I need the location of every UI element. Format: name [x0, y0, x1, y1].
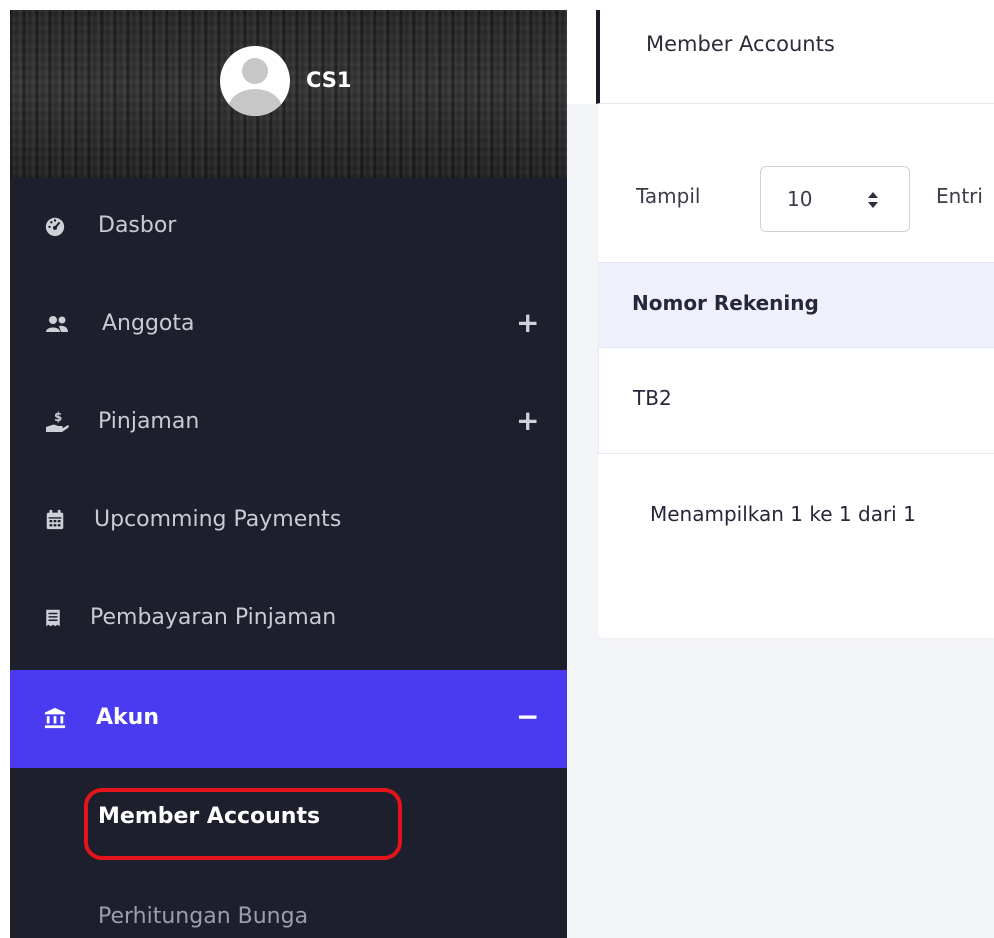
- sidebar-item-label: Pembayaran Pinjaman: [90, 605, 337, 630]
- column-header-nomor-rekening[interactable]: Nomor Rekening: [632, 291, 819, 315]
- page-size-select[interactable]: 10: [760, 166, 910, 232]
- sidebar-item-upcomming-payments[interactable]: Upcomming Payments: [10, 472, 567, 570]
- collapse-icon[interactable]: −: [516, 700, 539, 733]
- sidebar-subitem-perhitungan-bunga[interactable]: Perhitungan Bunga: [98, 904, 308, 929]
- sidebar-item-label: Anggota: [102, 311, 195, 336]
- table-row[interactable]: TB2: [598, 348, 994, 454]
- sidebar-item-label: Pinjaman: [98, 409, 200, 434]
- highlight-annotation: [84, 788, 402, 860]
- table-info: Menampilkan 1 ke 1 dari 1: [650, 502, 916, 526]
- sidebar-item-pinjaman[interactable]: $ Pinjaman +: [10, 374, 567, 472]
- sidebar-item-label: Upcomming Payments: [94, 507, 342, 532]
- svg-text:$: $: [54, 410, 62, 424]
- bank-icon: [44, 707, 66, 729]
- table-cell: TB2: [633, 386, 672, 410]
- sidebar-profile-header: CS1: [10, 10, 567, 178]
- expand-icon[interactable]: +: [516, 404, 539, 437]
- sidebar: CS1 Dasbor Anggota + $ Pinjaman + Upcomm…: [10, 10, 567, 938]
- page-size-label: Tampil: [636, 184, 701, 208]
- sidebar-item-anggota[interactable]: Anggota +: [10, 276, 567, 374]
- accounts-table-card: Tampil 10 Entri Nomor Rekening TB2 Menam…: [598, 104, 994, 638]
- username: CS1: [306, 68, 352, 92]
- sidebar-item-akun[interactable]: Akun −: [10, 670, 567, 768]
- avatar-body: [228, 89, 282, 116]
- sidebar-item-dasbor[interactable]: Dasbor: [10, 178, 567, 276]
- receipt-icon: [46, 609, 60, 627]
- expand-icon[interactable]: +: [516, 306, 539, 339]
- entries-label: Entri: [936, 184, 983, 208]
- sidebar-item-label: Akun: [96, 705, 159, 730]
- hand-dollar-icon: $: [46, 410, 69, 432]
- sort-arrows-icon: [868, 192, 878, 208]
- app-window: CS1 Dasbor Anggota + $ Pinjaman + Upcomm…: [0, 0, 994, 938]
- sidebar-item-label: Dasbor: [98, 213, 177, 238]
- users-icon: [46, 316, 68, 332]
- page-title: Member Accounts: [646, 32, 835, 56]
- avatar[interactable]: [220, 46, 290, 116]
- gauge-icon: [45, 217, 65, 237]
- avatar-head: [242, 58, 268, 84]
- calendar-icon: [46, 509, 64, 530]
- page-size-value: 10: [787, 187, 813, 211]
- page-header: Member Accounts: [596, 10, 994, 104]
- table-header: Nomor Rekening: [598, 262, 994, 348]
- sidebar-item-pembayaran-pinjaman[interactable]: Pembayaran Pinjaman: [10, 570, 567, 668]
